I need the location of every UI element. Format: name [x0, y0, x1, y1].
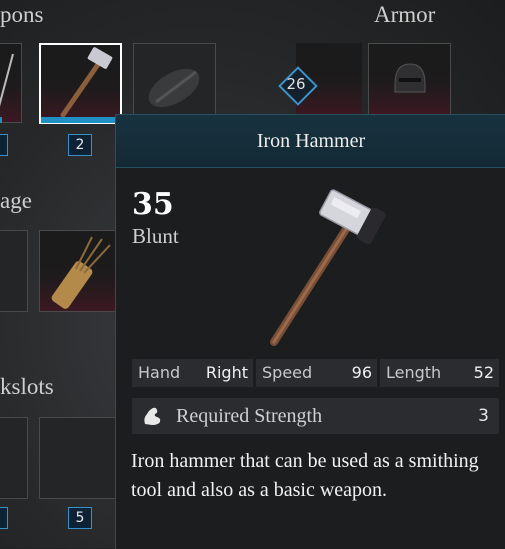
stat-hand-value: Right: [205, 363, 248, 382]
stat-speed-label: Speed: [262, 363, 313, 382]
armor-rating-badge: 26: [278, 66, 318, 106]
spear-icon: [0, 53, 14, 107]
item-tooltip: Iron Hammer 35 Blunt Hand Right Speed 96…: [115, 114, 505, 549]
damage-value: 35: [132, 187, 174, 222]
quickslot-quantity-edge: [0, 507, 8, 529]
weapons-section-label: pons: [0, 2, 44, 27]
armor-slot-helmet[interactable]: [368, 43, 451, 115]
round-shield-icon: [148, 68, 200, 108]
storage-section-label: age: [0, 188, 32, 213]
weapon-slot-iron-hammer[interactable]: [39, 43, 122, 124]
arrow-quiver-icon: [51, 236, 111, 309]
weapon-slot-quantity-edge: [0, 134, 8, 156]
armor-section-label: Armor: [374, 2, 436, 27]
item-name: Iron Hammer: [256, 130, 366, 152]
iron-hammer-image: [270, 189, 386, 346]
hammer-icon: [60, 47, 113, 118]
storage-slot-1[interactable]: [0, 230, 28, 312]
stat-hand: Hand Right: [132, 359, 253, 387]
weapon-slot-durability-bar: [0, 117, 2, 123]
item-description: Iron hammer that can be used as a smithi…: [131, 450, 479, 501]
damage-type: Blunt: [132, 224, 179, 248]
hammer-quantity-badge: 2: [68, 134, 92, 156]
stat-length: Length 52: [380, 359, 499, 387]
required-strength-row: Required Strength 3: [132, 398, 499, 434]
helmet-icon: [394, 63, 426, 93]
tooltip-header: Iron Hammer: [116, 115, 505, 168]
storage-slot-arrows[interactable]: [39, 230, 122, 312]
strength-arm-icon: [144, 407, 161, 425]
stat-speed: Speed 96: [256, 359, 377, 387]
quickslot-quantity-badge: 5: [68, 507, 92, 529]
quickslot-2[interactable]: [39, 417, 122, 499]
stat-length-label: Length: [386, 363, 442, 382]
required-strength-label: Required Strength: [176, 405, 323, 427]
weapon-slot-shield[interactable]: [133, 43, 216, 123]
stat-speed-value: 96: [351, 363, 372, 382]
quickslot-1[interactable]: [0, 417, 28, 499]
weapon-slot-spear[interactable]: [0, 43, 22, 123]
hammer-durability-bar: [41, 117, 120, 123]
stat-hand-label: Hand: [138, 363, 181, 382]
required-strength-value: 3: [478, 406, 489, 426]
quickslots-section-label: kslots: [0, 374, 54, 399]
stat-length-value: 52: [473, 363, 494, 382]
